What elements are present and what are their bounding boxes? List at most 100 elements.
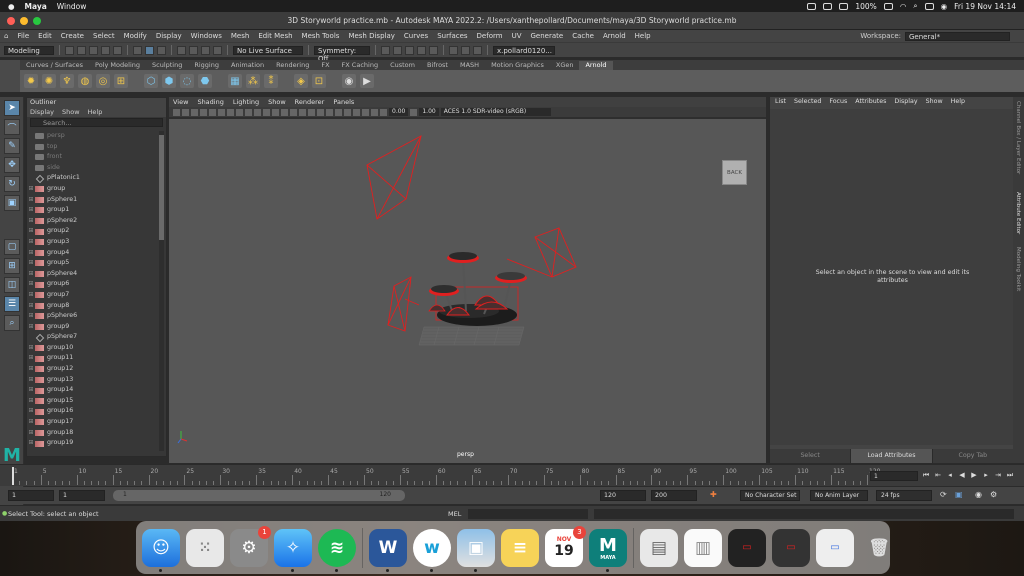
fps-dropdown[interactable]: 24 fps	[876, 490, 932, 501]
xray-icon[interactable]	[353, 108, 360, 116]
shelf-tab-sculpting[interactable]: Sculpting	[146, 61, 188, 70]
safe-action-icon[interactable]	[245, 108, 252, 116]
expand-icon[interactable]: ⊞	[27, 364, 35, 375]
menu-edit-mesh[interactable]: Edit Mesh	[258, 32, 292, 40]
bookmark-icon[interactable]	[182, 108, 189, 116]
control-center-icon[interactable]	[924, 2, 934, 10]
step-forward-key-icon[interactable]: ⇥	[994, 471, 1002, 480]
step-forward-frame-icon[interactable]: ▸	[982, 471, 990, 480]
scene-svg[interactable]	[169, 119, 766, 463]
render-view-icon[interactable]	[429, 45, 438, 55]
snap-grid-icon[interactable]	[177, 45, 186, 55]
curve-collector-icon[interactable]: ◌	[180, 74, 194, 88]
anti-alias-icon[interactable]	[326, 108, 333, 116]
field-chart-icon[interactable]	[236, 108, 243, 116]
dof-icon[interactable]	[335, 108, 342, 116]
search-icon[interactable]: ⌕	[913, 1, 917, 11]
bifrost-icon[interactable]	[473, 45, 482, 55]
menu-windows[interactable]: Windows	[191, 32, 222, 40]
open-scene-icon[interactable]	[77, 45, 86, 55]
expand-icon[interactable]: ⊞	[27, 216, 35, 227]
playhead[interactable]	[12, 467, 14, 485]
menu-cache[interactable]: Cache	[572, 32, 594, 40]
vp-menu-lighting[interactable]: Lighting	[233, 97, 259, 107]
ipr-render-icon[interactable]	[393, 45, 402, 55]
backface-icon[interactable]	[371, 108, 378, 116]
screenshot-thumbnail-2-icon[interactable]: ▭	[772, 528, 810, 567]
isolate-select-icon[interactable]	[344, 108, 351, 116]
xray-joints-icon[interactable]	[362, 108, 369, 116]
outliner-item[interactable]: persp	[27, 131, 159, 142]
image-plane-icon[interactable]	[191, 108, 198, 116]
shelf-tab-rigging[interactable]: Rigging	[188, 61, 225, 70]
go-to-end-icon[interactable]: ⏭	[1006, 471, 1014, 480]
menu-select[interactable]: Select	[93, 32, 115, 40]
start-time-field[interactable]: 1	[8, 490, 54, 501]
outliner-item[interactable]: ⊞ group19	[27, 438, 159, 449]
menu-edit[interactable]: Edit	[38, 32, 52, 40]
expand-icon[interactable]: ⊞	[27, 226, 35, 237]
ae-menu-display[interactable]: Display	[894, 97, 917, 107]
menu-generate[interactable]: Generate	[531, 32, 564, 40]
outliner-item[interactable]: ⊞ pSphere6	[27, 311, 159, 322]
time-slider[interactable]: 1 5 10 15 20 25 30 35 40 45 50 55 60 65 70 75 80 85 90 95 10…	[0, 464, 1024, 486]
shelf-tab-mash[interactable]: MASH	[454, 61, 485, 70]
wireframe-icon[interactable]	[254, 108, 261, 116]
select-component-icon[interactable]	[157, 45, 166, 55]
shadows-icon[interactable]	[299, 108, 306, 116]
notes-icon[interactable]: ≡	[501, 528, 539, 567]
siri-icon[interactable]: ◉	[941, 2, 948, 11]
render-view-eye-icon[interactable]: ◉	[342, 74, 356, 88]
expand-icon[interactable]: ⊞	[27, 375, 35, 386]
outliner-item[interactable]: ⊞ group5	[27, 258, 159, 269]
outliner-menu-display[interactable]: Display	[30, 107, 54, 117]
playback-end-field[interactable]: 120	[600, 490, 646, 501]
bluetooth-icon[interactable]	[839, 2, 849, 10]
volume-icon[interactable]: ⬢	[162, 74, 176, 88]
shelf-tab-fx-caching[interactable]: FX Caching	[336, 61, 385, 70]
playback-start-field[interactable]: 1	[59, 490, 105, 501]
character-set-icon[interactable]: ✚	[710, 490, 717, 499]
outliner-scrollbar[interactable]	[159, 131, 164, 451]
battery-icon[interactable]	[883, 2, 893, 10]
photometric-light-icon[interactable]: ♆	[60, 74, 74, 88]
outliner-item[interactable]: ⊞ group10	[27, 343, 159, 354]
sculpt-icon[interactable]	[449, 45, 458, 55]
file-thumbnail-2-icon[interactable]: ▥	[684, 528, 722, 567]
shelf-tab-poly[interactable]: Poly Modeling	[89, 61, 146, 70]
render-settings-icon[interactable]	[405, 45, 414, 55]
app-name[interactable]: Maya	[25, 2, 47, 11]
expand-icon[interactable]: ⊞	[27, 205, 35, 216]
lasso-tool-icon[interactable]: ⌒	[4, 119, 20, 135]
ae-menu-attributes[interactable]: Attributes	[855, 97, 886, 107]
material-icon[interactable]: ◈	[294, 74, 308, 88]
end-time-field[interactable]: 200	[651, 490, 697, 501]
expand-icon[interactable]: ⊞	[27, 184, 35, 195]
ae-menu-show[interactable]: Show	[926, 97, 943, 107]
menu-help[interactable]: Help	[635, 32, 651, 40]
3d-viewport[interactable]: BACK	[169, 119, 766, 463]
screenshot-thumbnail-1-icon[interactable]: ▭	[728, 528, 766, 567]
vp-menu-shading[interactable]: Shading	[197, 97, 223, 107]
render-icon[interactable]	[381, 45, 390, 55]
aov-icon[interactable]: ⊡	[312, 74, 326, 88]
quick-search-icon[interactable]: ⌕	[4, 315, 20, 331]
ae-load-attributes-button[interactable]: Load Attributes	[851, 449, 933, 463]
resolution-gate-icon[interactable]	[218, 108, 225, 116]
anim-layer-dropdown[interactable]: No Anim Layer	[810, 490, 868, 501]
move-tool-icon[interactable]: ✥	[4, 157, 20, 173]
outliner-item[interactable]: ⊞ group15	[27, 396, 159, 407]
new-scene-icon[interactable]	[65, 45, 74, 55]
render-setup-icon[interactable]: ⁑	[264, 74, 278, 88]
two-view-icon[interactable]: ◫	[4, 277, 20, 293]
skydome-light-icon[interactable]: ◍	[78, 74, 92, 88]
wunderlist-icon[interactable]: w	[413, 528, 451, 572]
menu-create[interactable]: Create	[61, 32, 84, 40]
play-render-icon[interactable]: ▶	[360, 74, 374, 88]
sound-icon[interactable]: ◉	[975, 490, 982, 499]
menu-display[interactable]: Display	[156, 32, 182, 40]
menu-uv[interactable]: UV	[512, 32, 522, 40]
outliner-item[interactable]: front	[27, 152, 159, 163]
home-icon[interactable]: ⌂	[4, 32, 8, 40]
select-object-icon[interactable]	[145, 45, 154, 55]
